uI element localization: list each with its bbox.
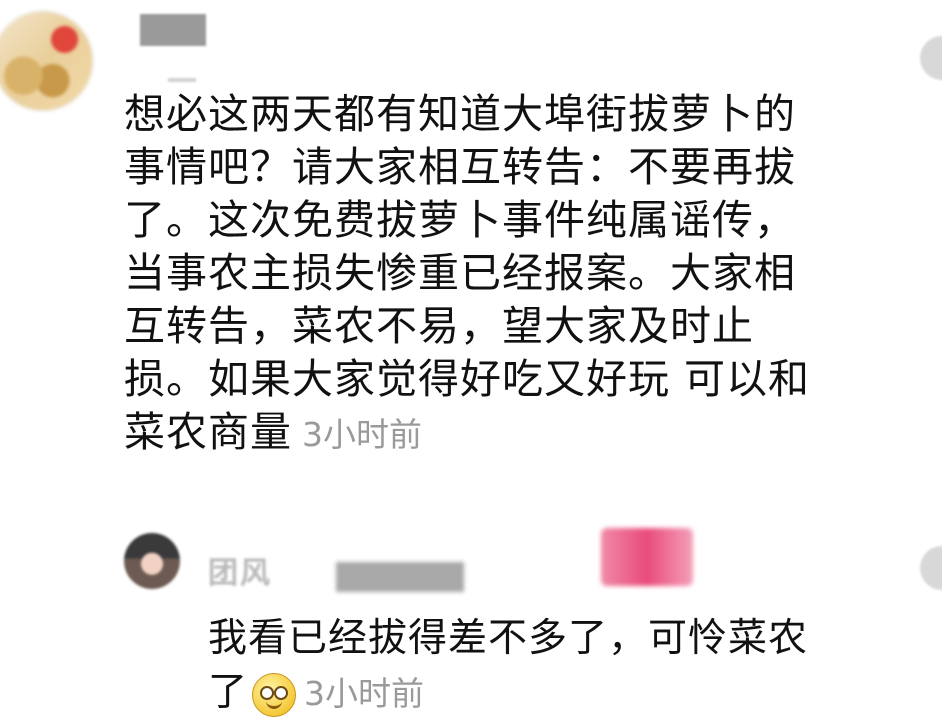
reply-name-blurred — [336, 562, 464, 592]
reply-badge-blurred — [601, 528, 693, 586]
comment-line: 当事农主损失惨重已经报案。大家相 — [124, 249, 796, 297]
reply-line: 了 — [208, 670, 249, 715]
comment-line: 互转告，菜农不易，望大家及时止 — [124, 302, 754, 350]
comment-timestamp: 3小时前 — [302, 415, 422, 454]
like-icon[interactable] — [920, 36, 942, 80]
comment-text: 想必这两天都有知道大埠街拔萝卜的 事情吧？请大家相互转告：不要再拔 了。这次免费… — [124, 88, 884, 461]
reply-avatar[interactable] — [124, 533, 180, 589]
reply-like-icon[interactable] — [920, 546, 942, 590]
reply-text: 我看已经拔得差不多了，可怜菜农 了 3小时前 — [208, 612, 908, 721]
reply-author-name[interactable]: 团风 — [208, 548, 272, 592]
commenter-name-blurred[interactable] — [140, 14, 206, 46]
comment-line-last: 菜农商量 3小时前 — [124, 406, 884, 461]
comment-line: 菜农商量 — [124, 408, 292, 456]
smile-emoji-icon — [252, 672, 297, 717]
comment-line: 了。这次免费拔萝卜事件纯属谣传， — [124, 196, 796, 244]
comment-line: 想必这两天都有知道大埠街拔萝卜的 — [124, 90, 796, 138]
comment-line: 损。如果大家觉得好吃又好玩 可以和 — [124, 355, 811, 403]
reply-line-last: 了 3小时前 — [208, 666, 908, 721]
reply-line: 我看已经拔得差不多了，可怜菜农 — [208, 616, 809, 661]
blurred-detail — [168, 78, 196, 82]
commenter-avatar[interactable] — [0, 10, 94, 112]
comment-line: 事情吧？请大家相互转告：不要再拔 — [124, 143, 796, 191]
reply-timestamp: 3小时前 — [304, 674, 425, 713]
